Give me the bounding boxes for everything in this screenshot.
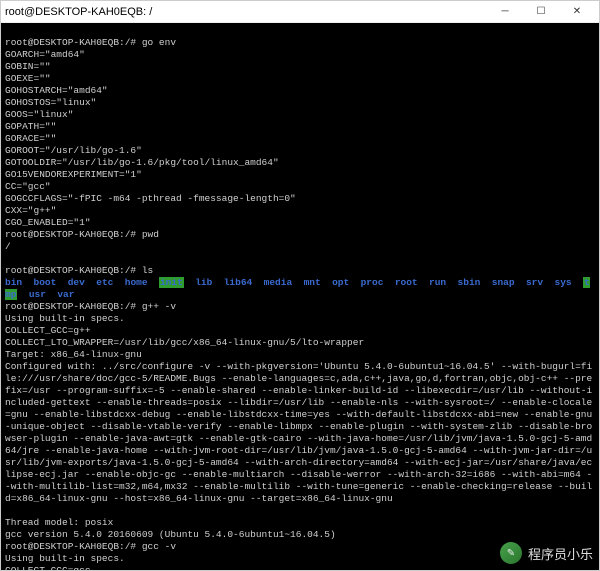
ls-dir: usr: [29, 289, 46, 300]
cmd-pwd: pwd: [142, 229, 159, 240]
ls-dir: lib64: [224, 277, 253, 288]
ls-dir: opt: [332, 277, 349, 288]
pwd-output: /: [5, 241, 11, 252]
ls-dir-hilite: init: [159, 277, 184, 288]
prompt: root@DESKTOP-KAH0EQB:/#: [5, 541, 136, 552]
ls-dir: etc: [96, 277, 113, 288]
cmd-goenv: go env: [142, 37, 176, 48]
cmd-gcc: gcc -v: [142, 541, 176, 552]
watermark: ✎ 程序员小乐: [500, 542, 593, 564]
prompt: root@DESKTOP-KAH0EQB:/#: [5, 265, 136, 276]
ls-dir: lib: [195, 277, 212, 288]
ls-dir: var: [57, 289, 74, 300]
gpp-line: Target: x86_64-linux-gnu: [5, 349, 142, 360]
watermark-icon: ✎: [500, 542, 522, 564]
cmd-ls: ls: [142, 265, 153, 276]
watermark-text: 程序员小乐: [528, 544, 593, 563]
minimize-button[interactable]: ─: [487, 2, 523, 22]
ls-dir: root: [395, 277, 418, 288]
ls-dir: snap: [492, 277, 515, 288]
ls-output: bin boot dev etc home init lib lib64 med…: [5, 277, 590, 300]
titlebar: root@DESKTOP-KAH0EQB: / ─ ☐ ✕: [1, 1, 599, 23]
ls-dir: proc: [361, 277, 384, 288]
goenv-output: GOARCH="amd64" GOBIN="" GOEXE="" GOHOSTA…: [5, 49, 296, 228]
ls-dir: sys: [555, 277, 572, 288]
gcc-line: Using built-in specs.: [5, 553, 125, 564]
gpp-configure: Configured with: ../src/configure -v --w…: [5, 361, 592, 504]
terminal-window: root@DESKTOP-KAH0EQB: / ─ ☐ ✕ root@DESKT…: [0, 0, 600, 571]
ls-dir: bin: [5, 277, 22, 288]
prompt: root@DESKTOP-KAH0EQB:/#: [5, 229, 136, 240]
gpp-version: gcc version 5.4.0 20160609 (Ubuntu 5.4.0…: [5, 529, 336, 540]
terminal-body[interactable]: root@DESKTOP-KAH0EQB:/# go env GOARCH="a…: [1, 23, 599, 570]
gcc-line: COLLECT_GCC=gcc: [5, 565, 91, 570]
ls-dir: run: [429, 277, 446, 288]
cmd-gpp: g++ -v: [142, 301, 176, 312]
ls-dir: mnt: [304, 277, 321, 288]
maximize-button[interactable]: ☐: [523, 2, 559, 22]
gpp-threadmodel: Thread model: posix: [5, 517, 113, 528]
prompt: root@DESKTOP-KAH0EQB:/#: [5, 301, 136, 312]
gpp-line: COLLECT_GCC=g++: [5, 325, 91, 336]
prompt: root@DESKTOP-KAH0EQB:/#: [5, 37, 136, 48]
ls-dir: media: [264, 277, 293, 288]
window-title: root@DESKTOP-KAH0EQB: /: [5, 6, 487, 18]
close-button[interactable]: ✕: [559, 2, 595, 22]
ls-dir: dev: [68, 277, 85, 288]
ls-dir: boot: [34, 277, 57, 288]
ls-dir: sbin: [458, 277, 481, 288]
gpp-line: Using built-in specs.: [5, 313, 125, 324]
ls-dir: srv: [526, 277, 543, 288]
gpp-line: COLLECT_LTO_WRAPPER=/usr/lib/gcc/x86_64-…: [5, 337, 364, 348]
ls-dir: home: [125, 277, 148, 288]
